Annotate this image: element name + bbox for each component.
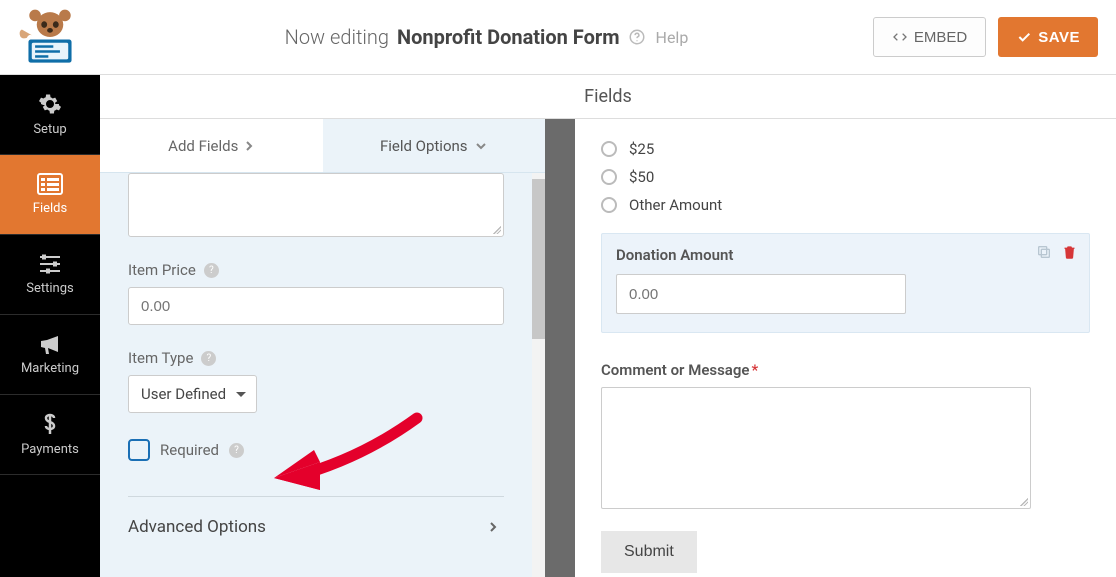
brand-logo [0, 0, 100, 75]
item-type-select[interactable]: User Defined [128, 375, 257, 413]
sidebar-nav: Setup Fields Settings Marketing Payments [0, 75, 100, 577]
donation-amount-label: Donation Amount [616, 246, 1075, 264]
amount-option[interactable]: $25 [601, 135, 1090, 163]
chevron-right-icon [244, 139, 254, 153]
sidebar-item-settings[interactable]: Settings [0, 235, 100, 315]
duplicate-icon[interactable] [1036, 244, 1052, 264]
item-type-label: Item Type ? [128, 349, 504, 367]
help-icon [628, 28, 646, 46]
sidebar-item-marketing[interactable]: Marketing [0, 315, 100, 395]
wpforms-logo-icon [15, 8, 85, 66]
help-tooltip-icon[interactable]: ? [229, 443, 244, 458]
dollar-icon [42, 412, 58, 436]
comment-textarea[interactable] [601, 387, 1031, 509]
help-tooltip-icon[interactable]: ? [201, 351, 216, 366]
sidebar-item-setup[interactable]: Setup [0, 75, 100, 155]
form-name: Nonprofit Donation Form [397, 25, 620, 49]
form-preview: $25 $50 Other Amount Donation Amount [575, 119, 1116, 577]
submit-button[interactable]: Submit [601, 531, 697, 573]
chevron-right-icon [488, 520, 498, 534]
top-bar: Now editing Nonprofit Donation Form Help… [0, 0, 1116, 75]
save-button[interactable]: SAVE [998, 17, 1098, 57]
radio-icon [601, 169, 617, 185]
amount-option[interactable]: $50 [601, 163, 1090, 191]
gear-icon [38, 92, 62, 116]
donation-amount-input[interactable] [616, 274, 906, 314]
donation-amount-field[interactable]: Donation Amount [601, 233, 1090, 333]
amount-option[interactable]: Other Amount [601, 191, 1090, 219]
panel-gutter [545, 119, 575, 577]
delete-icon[interactable] [1062, 244, 1077, 264]
editing-prefix: Now editing [285, 25, 389, 49]
panel-title: Fields [100, 75, 1116, 119]
required-label: Required [160, 441, 219, 459]
bullhorn-icon [38, 333, 62, 355]
sidebar-item-payments[interactable]: Payments [0, 395, 100, 475]
sidebar-item-fields[interactable]: Fields [0, 155, 100, 235]
chevron-down-icon [474, 141, 488, 151]
field-options-panel: Add Fields Field Options Item Price ? [100, 119, 545, 577]
code-icon [892, 29, 908, 45]
item-price-label: Item Price ? [128, 261, 504, 279]
description-textarea[interactable] [128, 173, 504, 237]
check-icon [1016, 29, 1032, 45]
required-star: * [751, 361, 758, 379]
divider [128, 496, 504, 497]
radio-icon [601, 141, 617, 157]
tab-field-options[interactable]: Field Options [323, 119, 546, 172]
required-checkbox[interactable] [128, 439, 150, 461]
help-tooltip-icon[interactable]: ? [204, 263, 219, 278]
header-title: Now editing Nonprofit Donation Form Help [100, 25, 873, 49]
comment-label: Comment or Message* [601, 361, 1090, 379]
tab-add-fields[interactable]: Add Fields [100, 119, 323, 172]
item-price-input[interactable] [128, 287, 504, 325]
advanced-options-toggle[interactable]: Advanced Options [128, 517, 504, 537]
list-icon [37, 173, 63, 195]
top-actions: EMBED SAVE [873, 17, 1098, 57]
embed-button[interactable]: EMBED [873, 17, 986, 57]
scrollbar[interactable] [532, 173, 545, 577]
radio-icon [601, 197, 617, 213]
sliders-icon [38, 253, 62, 275]
help-link[interactable]: Help [656, 28, 689, 47]
